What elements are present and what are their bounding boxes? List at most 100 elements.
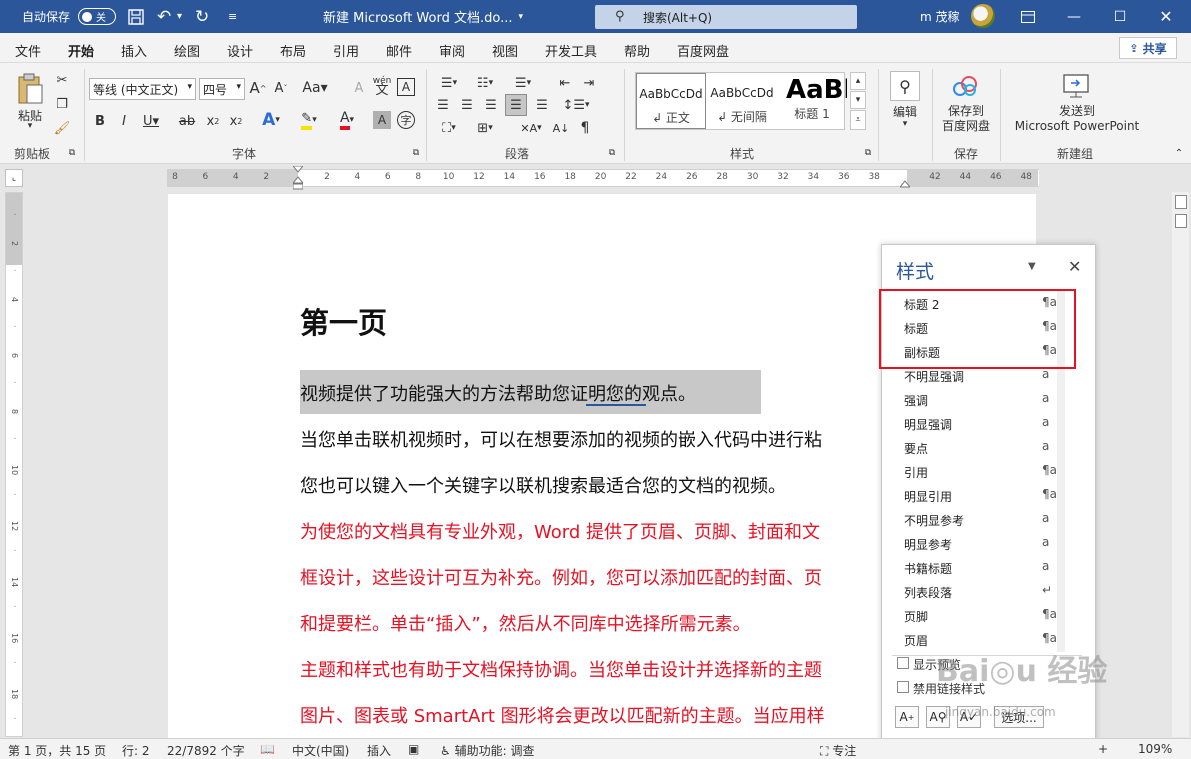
show-preview-checkbox[interactable] [897,657,909,669]
style-item-quote[interactable]: 引用 ¶a [894,458,1057,482]
italic-icon[interactable]: I [116,111,132,131]
underline-icon[interactable]: U▾ [140,111,162,131]
tab-layout[interactable]: 布局 [280,41,306,60]
paragraph-4[interactable]: 为使您的文档具有专业外观，Word 提供了页眉、页脚、封面和文 [300,518,820,544]
vertical-scrollbar[interactable] [1172,192,1189,737]
close-icon[interactable]: ✕ [1068,257,1081,276]
editing-button[interactable]: 编辑 [882,103,928,119]
enclose-characters-icon[interactable]: 字 [397,111,415,129]
share-button[interactable]: ⇪ 共享 [1119,37,1177,59]
strikethrough-icon[interactable]: ab [178,111,196,131]
send-to-powerpoint-button[interactable]: 发送到 Microsoft PowerPoint [1008,103,1146,135]
tab-file[interactable]: 文件 [15,41,41,60]
character-border-icon[interactable]: A [397,78,415,96]
save-icon[interactable] [128,0,144,33]
proofing-icon[interactable]: 📖 [260,742,275,756]
autosave-toggle[interactable]: 关 [72,0,116,33]
tab-developer[interactable]: 开发工具 [545,41,597,60]
powerpoint-icon[interactable] [1060,71,1092,101]
paste-dropdown-icon[interactable]: ▾ [22,121,38,131]
scroll-up-icon[interactable] [1175,195,1187,209]
chinese-layout-icon[interactable]: ✕A ▾ [516,117,546,139]
tab-view[interactable]: 视图 [492,41,518,60]
clear-format-icon[interactable]: A [350,78,368,98]
style-item-list-paragraph[interactable]: 列表段落 ↵ [894,578,1057,602]
character-shading-icon[interactable]: A [373,111,391,129]
save-to-baidu-button[interactable]: 保存到 百度网盘 [936,103,996,135]
avatar[interactable] [971,4,995,28]
style-normal[interactable]: AaBbCcDd ↲ 正文 [636,73,706,129]
superscript-icon[interactable]: x2 [228,111,244,131]
right-indent-marker-icon[interactable] [898,178,912,188]
ribbon-display-icon[interactable] [1005,0,1051,33]
style-item-intense-quote[interactable]: 明显引用 ¶a [894,482,1057,506]
numbering-icon[interactable]: ☷ ▾ [470,73,500,93]
format-painter-icon[interactable]: 🖌 [54,119,71,137]
tab-design[interactable]: 设计 [227,41,253,60]
new-style-icon[interactable]: A + [895,706,919,728]
gallery-more-icon[interactable]: ⩡ [850,110,866,130]
page-count[interactable]: 第 1 页，共 15 页 [8,742,106,759]
show-marks-icon[interactable]: ¶ [576,117,594,139]
tab-insert[interactable]: 插入 [121,41,147,60]
justify-icon[interactable]: ☰ [505,94,527,116]
tab-review[interactable]: 审阅 [439,41,465,60]
disable-linked-checkbox[interactable] [897,681,909,693]
vertical-ruler[interactable]: ·2·4·6·8·10·12·14·16·18·20 [5,192,23,755]
style-item-intense-emphasis[interactable]: 明显强调 a [894,410,1057,434]
change-case-icon[interactable]: Aa▾ [301,78,329,98]
insert-mode[interactable]: 插入 [367,742,391,759]
tab-references[interactable]: 引用 [333,41,359,60]
align-left-icon[interactable]: ☰ [434,95,452,115]
paragraph-5[interactable]: 框设计，这些设计可互为补充。例如，您可以添加匹配的封面、页 [300,564,822,590]
scroll-thumb[interactable] [1175,214,1187,228]
style-item-emphasis[interactable]: 强调 a [894,386,1057,410]
customize-qat-icon[interactable]: ≡ [228,0,237,33]
baidu-cloud-icon[interactable] [950,71,980,101]
minimize-icon[interactable]: — [1051,0,1097,33]
style-heading1[interactable]: AaBl 标题 1 [777,73,847,129]
multilevel-list-icon[interactable]: ☰ ▾ [508,73,538,93]
paragraph-3[interactable]: 您也可以键入一个关键字以联机搜索最适合您的文档的视频。 [300,472,786,498]
increase-indent-icon[interactable]: ⇥ [580,73,598,93]
gallery-down-icon[interactable]: ▾ [850,91,866,109]
borders-icon[interactable]: ⊞ ▾ [470,117,500,139]
style-item-subtle-reference[interactable]: 不明显参考 a [894,506,1057,530]
style-item-intense-reference[interactable]: 明显参考 a [894,530,1057,554]
paste-icon[interactable] [12,71,48,107]
font-launcher-icon[interactable]: ⧉ [410,147,422,159]
distributed-icon[interactable]: ☰ [533,95,551,115]
style-item-book-title[interactable]: 书籍标题 a [894,554,1057,578]
shrink-font-icon[interactable]: Aˇ [272,78,290,98]
gallery-up-icon[interactable]: ▴ [850,72,866,90]
subscript-icon[interactable]: x2 [205,111,221,131]
paragraph-8[interactable]: 图片、图表或 SmartArt 图形将会更改以匹配新的主题。当应用样 [300,702,825,728]
word-count[interactable]: 22/7892 个字 [167,742,245,759]
text-effects-icon[interactable]: A ▾ [256,109,286,131]
user-name[interactable]: m 茂稼 [920,0,960,33]
style-no-spacing[interactable]: AaBbCcDd ↲ 无间隔 [707,73,777,129]
close-icon[interactable]: ✕ [1143,0,1189,33]
tab-help[interactable]: 帮助 [624,41,650,60]
line-number[interactable]: 行: 2 [122,742,150,759]
zoom-level[interactable]: 109% [1138,742,1172,756]
undo-icon[interactable]: ↶ [157,0,171,33]
sort-icon[interactable]: A↓ [552,117,570,139]
language[interactable]: 中文(中国) [292,742,349,759]
accessibility-status[interactable]: ♿ 辅助功能: 调查 [440,742,534,759]
grow-font-icon[interactable]: A ^ [249,78,267,98]
zoom-in-icon[interactable]: + [1098,742,1108,756]
clipboard-launcher-icon[interactable]: ⧉ [66,147,78,159]
collapse-ribbon-icon[interactable]: ⌃ [1172,147,1186,159]
font-name-combo[interactable]: 等线 (中文正文) ▾ [89,78,196,100]
search-box[interactable]: ⚲ 搜索(Alt+Q) [595,5,857,29]
indent-marker-icon[interactable] [291,165,305,190]
cut-icon[interactable]: ✂ [54,71,70,89]
font-color-icon[interactable]: A ▾ [332,109,362,131]
highlight-color-icon[interactable]: ✎ ▾ [294,109,324,131]
redo-icon[interactable]: ↻ [195,0,209,33]
align-right-icon[interactable]: ☰ [482,95,500,115]
macro-icon[interactable]: ▣ [408,742,419,756]
bold-icon[interactable]: B [92,111,108,131]
style-item-footer[interactable]: 页脚 ¶a [894,602,1057,626]
